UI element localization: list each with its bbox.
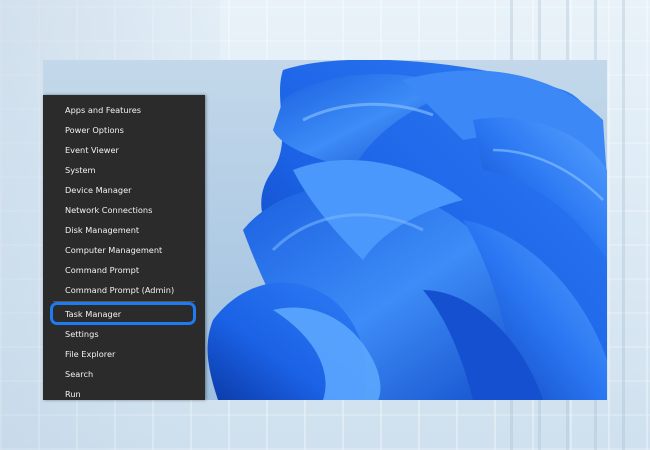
menu-item-event-viewer[interactable]: Event Viewer — [65, 143, 119, 157]
menu-item-search[interactable]: Search — [65, 367, 93, 381]
menu-item-system[interactable]: System — [65, 163, 96, 177]
menu-item-run[interactable]: Run — [65, 387, 81, 401]
menu-item-file-explorer[interactable]: File Explorer — [65, 347, 115, 361]
winx-quick-link-menu: Apps and Features Power Options Event Vi… — [43, 95, 205, 400]
menu-item-network-connections[interactable]: Network Connections — [65, 203, 152, 217]
menu-item-command-prompt-admin[interactable]: Command Prompt (Admin) — [65, 283, 174, 297]
menu-item-settings[interactable]: Settings — [65, 327, 99, 341]
menu-item-command-prompt[interactable]: Command Prompt — [65, 263, 139, 277]
menu-item-device-manager[interactable]: Device Manager — [65, 183, 132, 197]
menu-item-apps-and-features[interactable]: Apps and Features — [65, 103, 141, 117]
menu-item-power-options[interactable]: Power Options — [65, 123, 124, 137]
menu-item-disk-management[interactable]: Disk Management — [65, 223, 139, 237]
menu-item-computer-management[interactable]: Computer Management — [65, 243, 162, 257]
task-manager-highlight-outline — [50, 302, 196, 325]
